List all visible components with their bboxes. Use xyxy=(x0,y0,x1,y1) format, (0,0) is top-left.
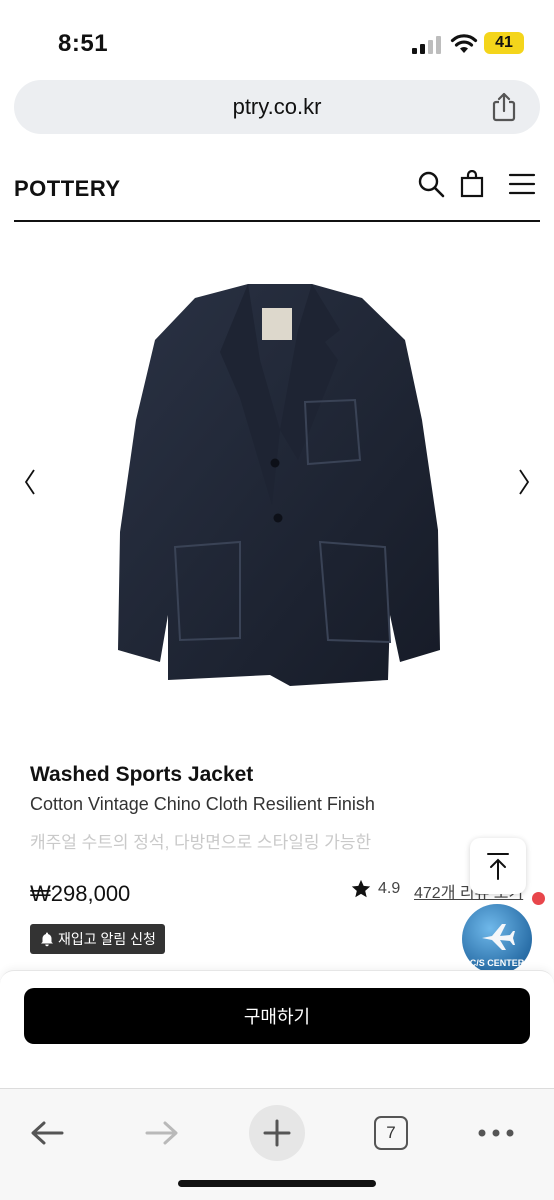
notification-dot xyxy=(532,892,545,905)
plus-icon xyxy=(263,1119,291,1147)
status-bar: 8:51 41 xyxy=(0,0,554,80)
arrow-right-icon xyxy=(145,1121,178,1145)
share-icon[interactable] xyxy=(490,92,518,122)
restock-label: 재입고 알림 신청 xyxy=(58,931,156,947)
battery-indicator: 41 xyxy=(484,32,524,54)
signal-icon xyxy=(412,36,441,54)
product-title: Washed Sports Jacket xyxy=(30,763,254,786)
more-button[interactable] xyxy=(468,1105,524,1161)
rating-value: 4.9 xyxy=(378,880,401,897)
carousel-prev-icon[interactable] xyxy=(20,464,40,500)
more-icon xyxy=(478,1129,514,1137)
restock-notify-button[interactable]: 재입고 알림 신청 xyxy=(30,924,165,954)
search-icon[interactable] xyxy=(417,170,445,198)
product-subtitle: Cotton Vintage Chino Cloth Resilient Fin… xyxy=(30,794,375,814)
wifi-icon xyxy=(450,34,478,53)
cs-center-button[interactable]: C/S CENTER xyxy=(462,904,532,974)
site-logo[interactable]: POTTERY xyxy=(14,176,121,202)
tab-count: 7 xyxy=(374,1116,408,1150)
back-button[interactable] xyxy=(19,1105,75,1161)
product-description: 캐주얼 수트의 정석, 다방면으로 스타일링 가능한 xyxy=(30,833,372,852)
product-image[interactable] xyxy=(100,270,460,710)
bell-icon xyxy=(41,932,53,947)
rating: 4.9 xyxy=(350,878,400,900)
airplane-icon xyxy=(482,924,515,950)
scroll-to-top-button[interactable] xyxy=(470,838,526,894)
forward-button[interactable] xyxy=(134,1105,190,1161)
home-indicator[interactable] xyxy=(178,1180,376,1187)
url-text[interactable]: ptry.co.kr xyxy=(14,94,540,120)
status-time: 8:51 xyxy=(58,30,109,57)
buy-button[interactable]: 구매하기 xyxy=(24,988,530,1044)
tabs-button[interactable]: 7 xyxy=(363,1105,419,1161)
product-price: ₩298,000 xyxy=(30,881,131,906)
carousel-next-icon[interactable] xyxy=(514,464,534,500)
site-header: POTTERY xyxy=(14,150,540,222)
buy-panel: 구매하기 xyxy=(0,970,554,1088)
arrow-left-icon xyxy=(31,1121,64,1145)
star-icon xyxy=(351,879,371,898)
address-bar[interactable]: ptry.co.kr xyxy=(14,80,540,134)
shopping-bag-icon[interactable] xyxy=(458,170,486,198)
new-tab-button[interactable] xyxy=(249,1105,305,1161)
menu-icon[interactable] xyxy=(508,170,536,198)
cs-center-label: C/S CENTER xyxy=(469,958,525,968)
arrow-up-icon xyxy=(487,853,509,880)
